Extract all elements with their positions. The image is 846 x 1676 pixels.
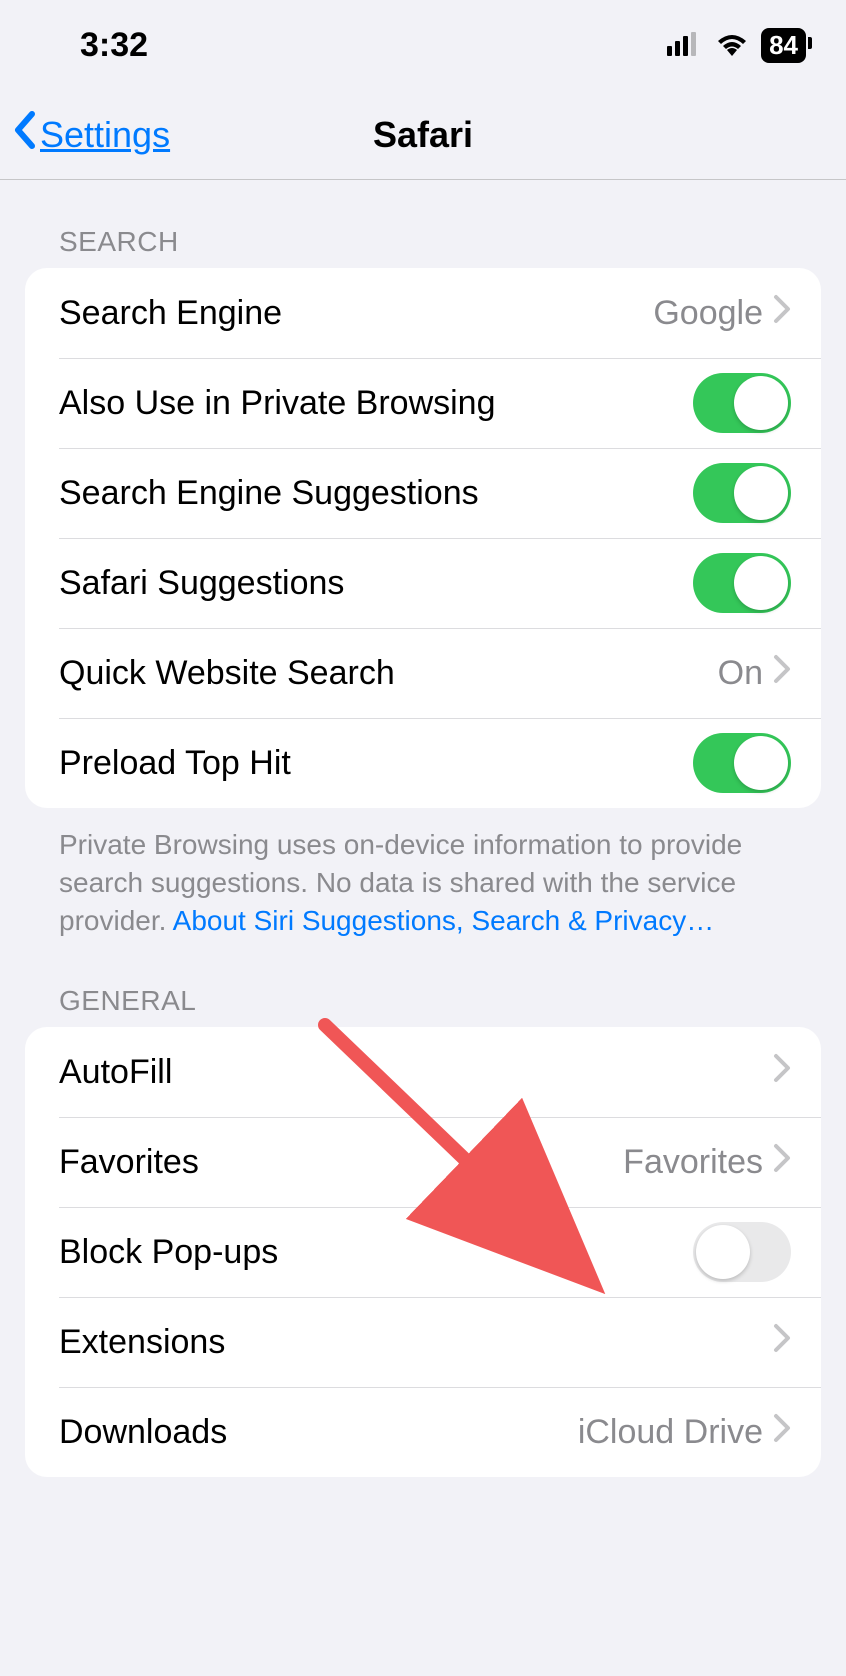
back-label: Settings — [40, 114, 170, 156]
row-label: Safari Suggestions — [59, 564, 693, 603]
battery-icon: 84 — [761, 28, 806, 63]
row-block-popups: Block Pop-ups — [25, 1207, 821, 1297]
row-label: Favorites — [59, 1143, 623, 1182]
row-search-engine[interactable]: Search Engine Google — [25, 268, 821, 358]
row-value: iCloud Drive — [578, 1413, 763, 1452]
chevron-right-icon — [773, 1053, 791, 1092]
row-downloads[interactable]: Downloads iCloud Drive — [25, 1387, 821, 1477]
row-private-browsing: Also Use in Private Browsing — [25, 358, 821, 448]
row-label: Quick Website Search — [59, 654, 718, 693]
row-preload-top-hit: Preload Top Hit — [25, 718, 821, 808]
row-quick-website-search[interactable]: Quick Website Search On — [25, 628, 821, 718]
row-favorites[interactable]: Favorites Favorites — [25, 1117, 821, 1207]
row-value: Favorites — [623, 1143, 763, 1182]
toggle-preload-top-hit[interactable] — [693, 733, 791, 793]
row-label: Extensions — [59, 1323, 773, 1362]
section-footer-search: Private Browsing uses on-device informat… — [25, 808, 821, 939]
section-header-general: GENERAL — [25, 939, 821, 1027]
chevron-right-icon — [773, 294, 791, 333]
row-value: On — [718, 654, 763, 693]
chevron-right-icon — [773, 1413, 791, 1452]
section-header-search: SEARCH — [25, 180, 821, 268]
group-search: Search Engine Google Also Use in Private… — [25, 268, 821, 808]
wifi-icon — [715, 26, 749, 65]
navigation-bar: Settings Safari — [0, 90, 846, 180]
row-label: AutoFill — [59, 1053, 773, 1092]
content-area: SEARCH Search Engine Google Also Use in … — [0, 180, 846, 1477]
cellular-icon — [667, 26, 703, 65]
page-title: Safari — [373, 114, 473, 156]
toggle-engine-suggestions[interactable] — [693, 463, 791, 523]
chevron-right-icon — [773, 1143, 791, 1182]
row-label: Also Use in Private Browsing — [59, 384, 693, 423]
row-engine-suggestions: Search Engine Suggestions — [25, 448, 821, 538]
toggle-block-popups[interactable] — [693, 1222, 791, 1282]
chevron-right-icon — [773, 654, 791, 693]
toggle-private-browsing[interactable] — [693, 373, 791, 433]
about-suggestions-link[interactable]: About Siri Suggestions, Search & Privacy… — [173, 905, 715, 936]
toggle-safari-suggestions[interactable] — [693, 553, 791, 613]
row-extensions[interactable]: Extensions — [25, 1297, 821, 1387]
status-bar: 3:32 84 — [0, 0, 846, 90]
row-label: Search Engine Suggestions — [59, 474, 693, 513]
back-button[interactable]: Settings — [12, 110, 170, 159]
row-label: Block Pop-ups — [59, 1233, 693, 1272]
status-time: 3:32 — [80, 26, 148, 65]
row-label: Downloads — [59, 1413, 578, 1452]
status-icons: 84 — [667, 26, 806, 65]
group-general: AutoFill Favorites Favorites Block Pop-u… — [25, 1027, 821, 1477]
row-autofill[interactable]: AutoFill — [25, 1027, 821, 1117]
chevron-right-icon — [773, 1323, 791, 1362]
row-label: Search Engine — [59, 294, 653, 333]
row-value: Google — [653, 294, 763, 333]
row-safari-suggestions: Safari Suggestions — [25, 538, 821, 628]
chevron-left-icon — [12, 110, 38, 159]
row-label: Preload Top Hit — [59, 744, 693, 783]
